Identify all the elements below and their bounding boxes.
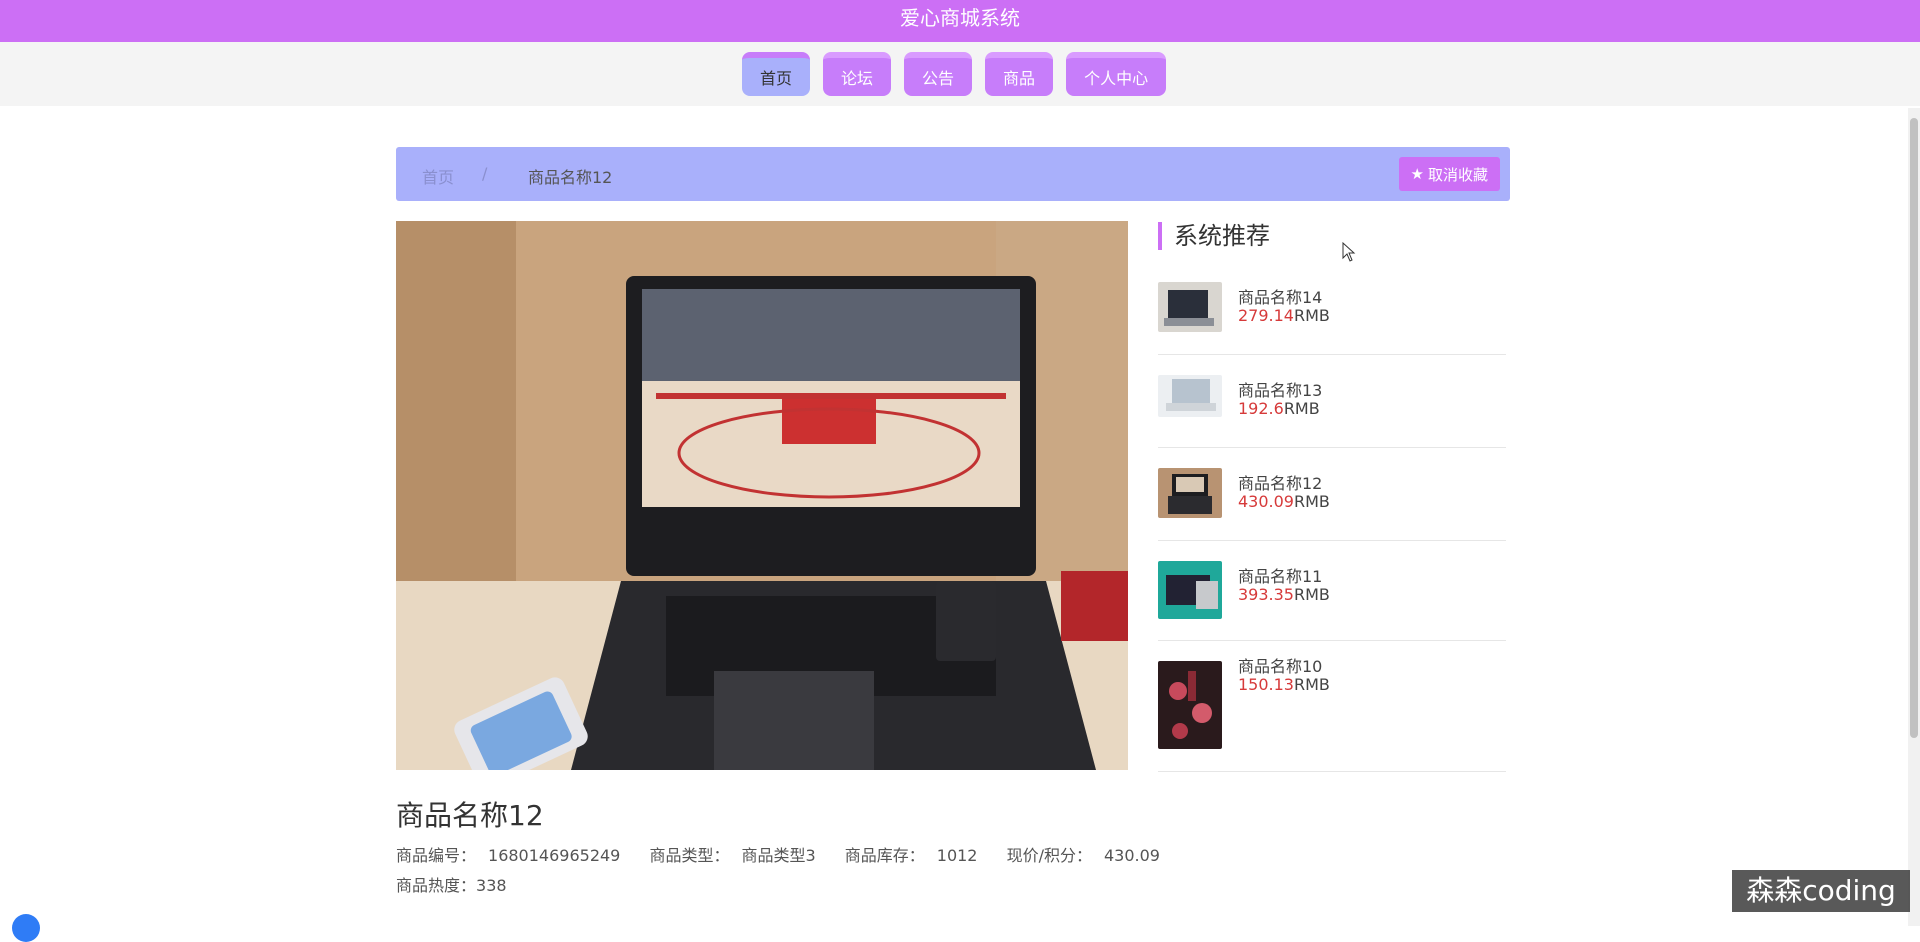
product-heat: 商品热度：338 xyxy=(396,876,507,895)
mouse-cursor-icon xyxy=(1342,241,1356,266)
recommend-thumb[interactable] xyxy=(1158,375,1222,417)
recommend-title: 系统推荐 xyxy=(1158,222,1270,250)
recommend-thumb[interactable] xyxy=(1158,468,1222,518)
breadcrumb-separator: / xyxy=(482,164,488,183)
recommend-item[interactable]: 商品名称13 192.6RMB xyxy=(1158,355,1506,448)
breadcrumb: 首页 / 商品名称12 ★ 取消收藏 xyxy=(396,147,1510,201)
nav-announcement[interactable]: 公告 xyxy=(904,52,973,96)
page-scrollbar[interactable] xyxy=(1908,108,1920,926)
unfavorite-button[interactable]: ★ 取消收藏 xyxy=(1398,157,1500,191)
product-main-image xyxy=(396,221,1128,770)
recommend-list: 商品名称14 279.14RMB 商品名称13 192.6RMB 商品名称12 … xyxy=(1158,262,1506,772)
product-stock: 商品库存： 1012 xyxy=(844,846,978,865)
floating-chat-icon[interactable] xyxy=(12,914,40,942)
nav-user-center[interactable]: 个人中心 xyxy=(1066,52,1167,96)
main-nav: 首页 论坛 公告 商品 个人中心 xyxy=(0,42,1920,106)
product-meta: 商品编号： 1680146965249 商品类型： 商品类型3 商品库存： 1012 … xyxy=(396,842,1184,866)
watermark: 森森coding xyxy=(1732,870,1910,912)
product-price: 现价/积分： 430.09 xyxy=(1006,846,1160,865)
nav-home[interactable]: 首页 xyxy=(742,52,811,96)
breadcrumb-current: 商品名称12 xyxy=(528,168,613,187)
product-title: 商品名称12 xyxy=(396,799,544,832)
nav-forum[interactable]: 论坛 xyxy=(823,52,892,96)
recommend-thumb[interactable] xyxy=(1158,282,1222,332)
recommend-item[interactable]: 商品名称10 150.13RMB xyxy=(1158,641,1506,772)
app-title-bar: 爱心商城系统 xyxy=(0,0,1920,42)
recommend-item[interactable]: 商品名称11 393.35RMB xyxy=(1158,541,1506,641)
recommend-item[interactable]: 商品名称14 279.14RMB xyxy=(1158,262,1506,355)
product-type: 商品类型： 商品类型3 xyxy=(649,846,816,865)
scrollbar-thumb[interactable] xyxy=(1910,118,1918,738)
unfavorite-label: 取消收藏 xyxy=(1427,165,1488,184)
app-title: 爱心商城系统 xyxy=(900,6,1020,30)
star-icon: ★ xyxy=(1410,165,1424,183)
breadcrumb-home-link[interactable]: 首页 xyxy=(422,164,454,188)
recommend-item[interactable]: 商品名称12 430.09RMB xyxy=(1158,448,1506,541)
product-code: 商品编号： 1680146965249 xyxy=(396,846,621,865)
recommend-thumb[interactable] xyxy=(1158,661,1222,749)
recommend-thumb[interactable] xyxy=(1158,561,1222,619)
nav-products[interactable]: 商品 xyxy=(985,52,1054,96)
